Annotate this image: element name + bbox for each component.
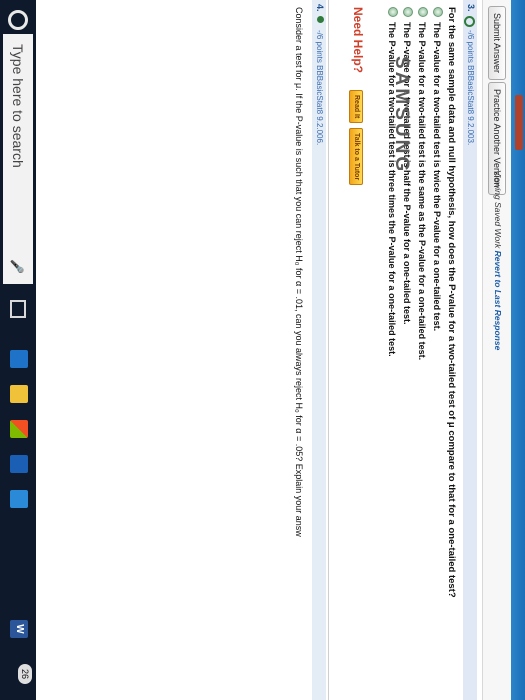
microphone-icon[interactable]: 🎤 <box>10 259 24 274</box>
samsung-logo: SAMSUNG <box>391 55 412 175</box>
radio-button[interactable] <box>433 7 443 17</box>
submit-answer-button[interactable]: Submit Answer <box>488 6 506 81</box>
header-accent <box>515 95 523 150</box>
question-3-header: 3. -/6 points BBBasicStat8 9.2.003. <box>463 0 477 700</box>
edge-browser-icon[interactable] <box>10 350 28 368</box>
answer-option-2[interactable]: The P-value for a two-tailed test is the… <box>417 7 428 360</box>
rotated-screen: Submit Answer Practice Another Version V… <box>0 0 525 700</box>
talk-to-tutor-button[interactable]: Talk to a Tutor <box>349 128 363 186</box>
cortana-ring-icon[interactable] <box>8 10 28 30</box>
radio-button[interactable] <box>403 7 413 17</box>
assignment-toolbar: Submit Answer Practice Another Version V… <box>482 0 511 700</box>
app-icon[interactable] <box>10 490 28 508</box>
question-points: -/6 points BBBasicStat8 9.2.006. <box>315 30 324 146</box>
question-3-prompt: For the same sample data and null hypoth… <box>446 7 457 598</box>
answer-option-1[interactable]: The P-value for a two-tailed test is twi… <box>432 7 443 331</box>
question-4-header: 4. -/6 points BBBasicStat8 9.2.006. <box>312 0 326 700</box>
radio-button[interactable] <box>388 7 398 17</box>
question-points: -/6 points BBBasicStat8 9.2.003. <box>466 30 475 146</box>
read-it-button[interactable]: Read It <box>349 90 363 124</box>
question-status-icon <box>317 16 324 23</box>
file-explorer-icon[interactable] <box>10 385 28 403</box>
notification-badge[interactable]: 26 <box>18 664 32 684</box>
question-divider <box>328 0 329 700</box>
need-help-label: Need Help? <box>351 7 365 74</box>
option-label: The P-value for a two-tailed test is twi… <box>432 22 442 332</box>
question-status-icon <box>464 16 475 27</box>
viewing-saved-work-notice: Viewing Saved Work Revert to Last Respon… <box>493 170 503 350</box>
task-view-icon[interactable] <box>10 300 26 318</box>
revert-link[interactable]: Revert to Last Response <box>493 251 503 351</box>
question-number: 3. <box>466 4 476 12</box>
word-icon[interactable]: W <box>10 620 28 638</box>
header-strip <box>511 0 525 700</box>
option-label: The P-value for a two-tailed test is the… <box>417 22 427 361</box>
windows-taskbar: Type here to search 🎤 W 26 <box>0 0 36 700</box>
viewing-prefix: Viewing Saved Work <box>493 170 503 249</box>
question-4-prompt: Consider a test for μ. If the P-value is… <box>294 7 304 537</box>
store-icon[interactable] <box>10 420 28 438</box>
search-placeholder: Type here to search <box>10 44 26 168</box>
radio-button[interactable] <box>418 7 428 17</box>
question-number: 4. <box>315 4 325 12</box>
taskbar-search-box[interactable]: Type here to search 🎤 <box>3 34 33 284</box>
mail-icon[interactable] <box>10 455 28 473</box>
